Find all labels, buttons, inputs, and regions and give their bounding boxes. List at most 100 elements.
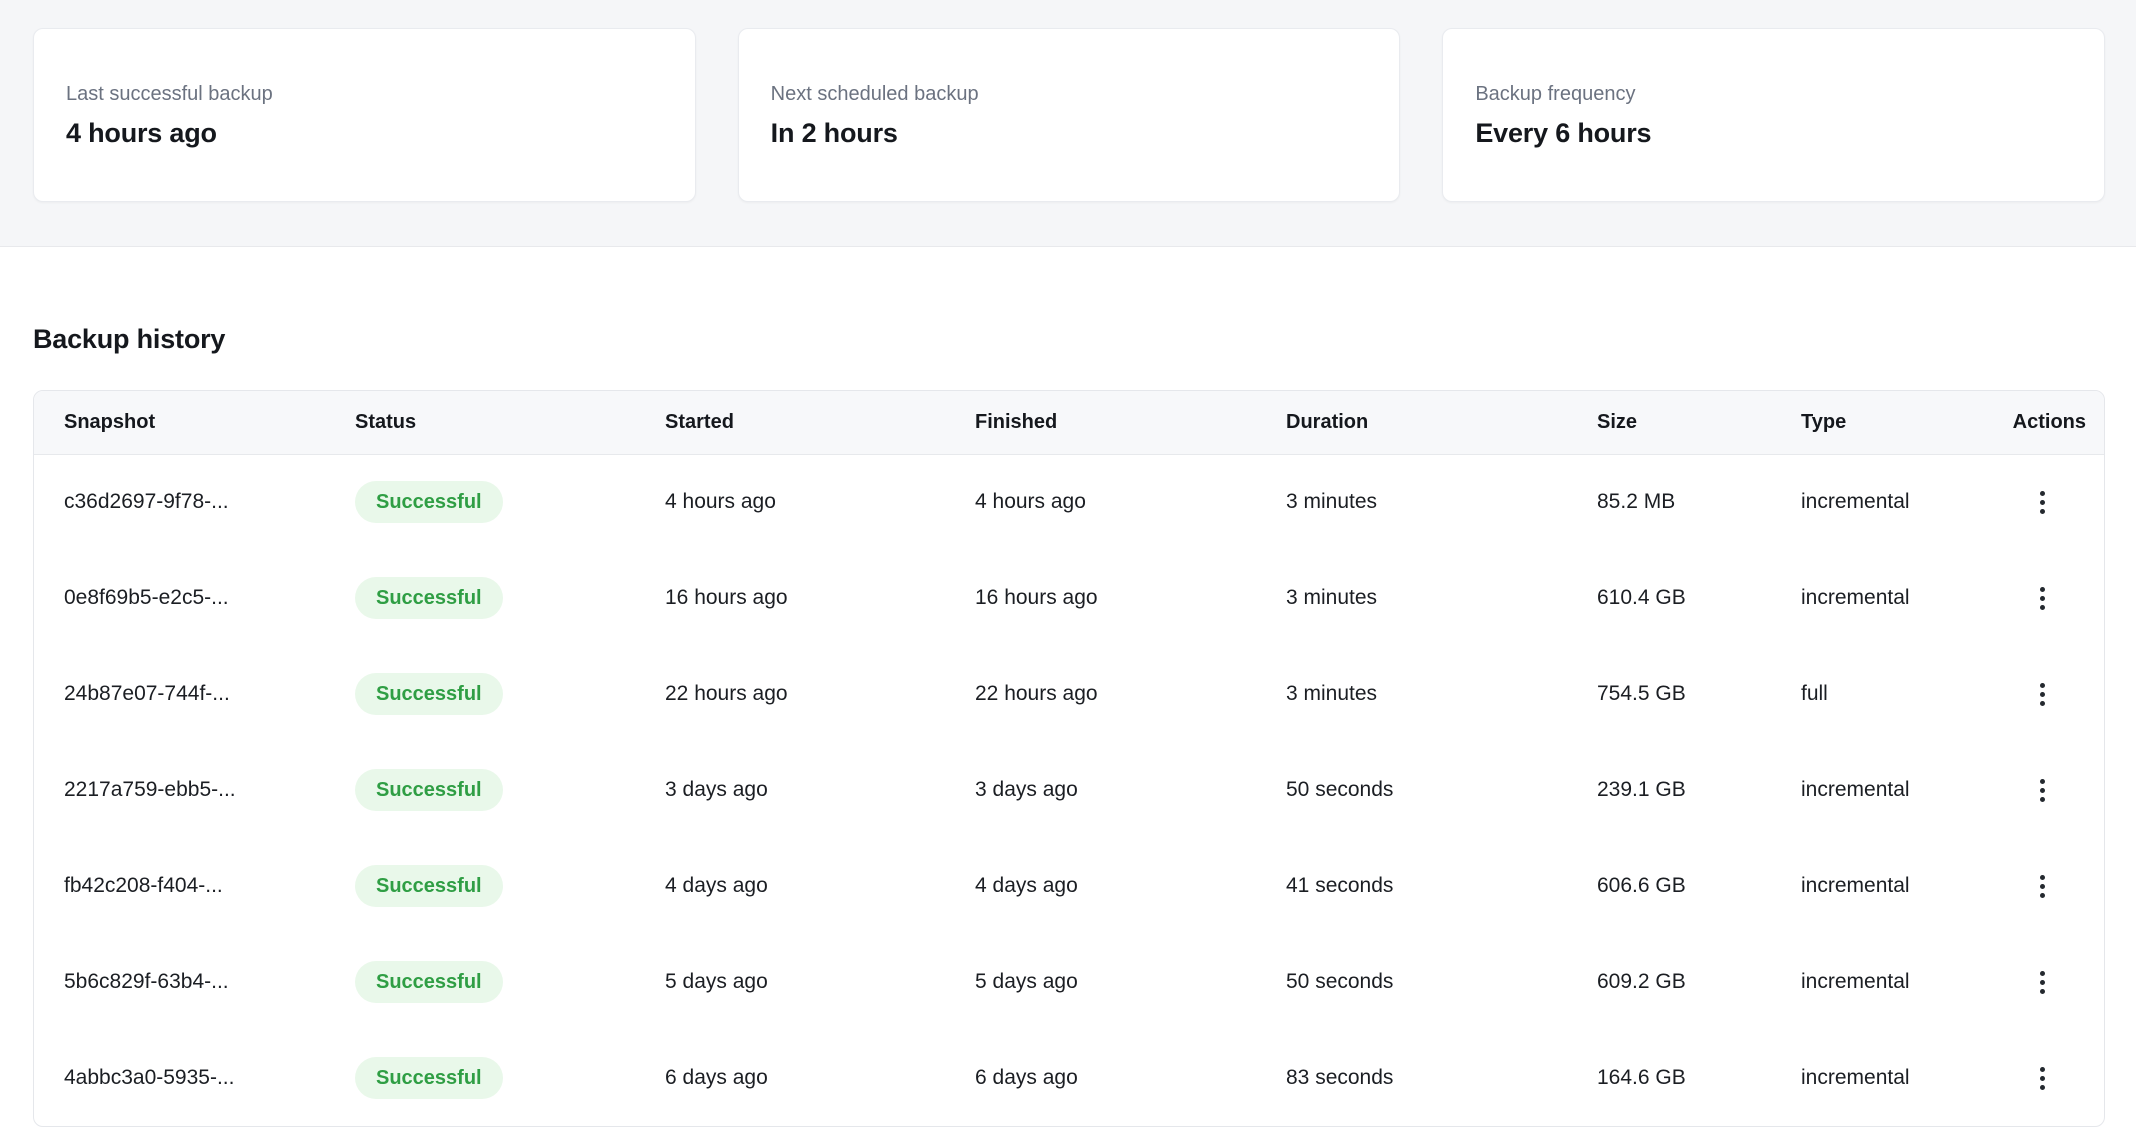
table-row: 4abbc3a0-5935-... Successful 6 days ago …	[34, 1030, 2104, 1126]
size-cell: 754.5 GB	[1597, 646, 1801, 742]
finished-cell: 4 hours ago	[975, 454, 1286, 550]
kebab-vertical-icon	[2040, 875, 2045, 880]
column-header-type: Type	[1801, 391, 2012, 454]
type-cell: incremental	[1801, 550, 2012, 646]
status-badge: Successful	[355, 961, 503, 1003]
status-cell: Successful	[355, 934, 665, 1030]
finished-cell: 4 days ago	[975, 838, 1286, 934]
actions-cell	[2012, 742, 2104, 838]
duration-cell: 41 seconds	[1286, 838, 1597, 934]
size-cell: 610.4 GB	[1597, 550, 1801, 646]
duration-cell: 50 seconds	[1286, 742, 1597, 838]
status-cell: Successful	[355, 454, 665, 550]
duration-cell: 3 minutes	[1286, 550, 1597, 646]
snapshot-id-cell: fb42c208-f404-...	[34, 838, 355, 934]
started-cell: 6 days ago	[665, 1030, 975, 1126]
summary-card-last-backup: Last successful backup 4 hours ago	[33, 28, 696, 202]
duration-cell: 3 minutes	[1286, 646, 1597, 742]
kebab-vertical-icon	[2040, 779, 2045, 784]
column-header-size: Size	[1597, 391, 1801, 454]
started-cell: 4 days ago	[665, 838, 975, 934]
row-actions-button[interactable]	[2022, 674, 2062, 714]
started-cell: 3 days ago	[665, 742, 975, 838]
status-badge: Successful	[355, 673, 503, 715]
snapshot-id-cell: 0e8f69b5-e2c5-...	[34, 550, 355, 646]
table-row: 24b87e07-744f-... Successful 22 hours ag…	[34, 646, 2104, 742]
finished-cell: 16 hours ago	[975, 550, 1286, 646]
row-actions-button[interactable]	[2022, 578, 2062, 618]
actions-cell	[2012, 838, 2104, 934]
column-header-duration: Duration	[1286, 391, 1597, 454]
backup-history-table-container: Snapshot Status Started Finished Duratio…	[33, 390, 2105, 1127]
finished-cell: 22 hours ago	[975, 646, 1286, 742]
table-row: 2217a759-ebb5-... Successful 3 days ago …	[34, 742, 2104, 838]
summary-cards-band: Last successful backup 4 hours ago Next …	[0, 0, 2136, 247]
status-cell: Successful	[355, 646, 665, 742]
status-badge: Successful	[355, 481, 503, 523]
kebab-vertical-icon	[2040, 1067, 2045, 1072]
column-header-status: Status	[355, 391, 665, 454]
card-label: Last successful backup	[66, 80, 663, 108]
finished-cell: 6 days ago	[975, 1030, 1286, 1126]
actions-cell	[2012, 454, 2104, 550]
table-row: c36d2697-9f78-... Successful 4 hours ago…	[34, 454, 2104, 550]
duration-cell: 3 minutes	[1286, 454, 1597, 550]
started-cell: 5 days ago	[665, 934, 975, 1030]
column-header-finished: Finished	[975, 391, 1286, 454]
status-cell: Successful	[355, 742, 665, 838]
summary-card-next-backup: Next scheduled backup In 2 hours	[738, 28, 1401, 202]
started-cell: 22 hours ago	[665, 646, 975, 742]
started-cell: 16 hours ago	[665, 550, 975, 646]
status-badge: Successful	[355, 577, 503, 619]
finished-cell: 5 days ago	[975, 934, 1286, 1030]
backup-history-body: c36d2697-9f78-... Successful 4 hours ago…	[34, 454, 2104, 1126]
size-cell: 239.1 GB	[1597, 742, 1801, 838]
table-row: 0e8f69b5-e2c5-... Successful 16 hours ag…	[34, 550, 2104, 646]
card-value: 4 hours ago	[66, 116, 663, 150]
card-value: Every 6 hours	[1475, 116, 2072, 150]
snapshot-id-cell: 5b6c829f-63b4-...	[34, 934, 355, 1030]
backup-history-section: Backup history Snapshot Status	[0, 321, 2136, 1127]
type-cell: incremental	[1801, 934, 2012, 1030]
card-label: Backup frequency	[1475, 80, 2072, 108]
actions-cell	[2012, 934, 2104, 1030]
size-cell: 164.6 GB	[1597, 1030, 1801, 1126]
column-header-snapshot: Snapshot	[34, 391, 355, 454]
table-row: fb42c208-f404-... Successful 4 days ago …	[34, 838, 2104, 934]
size-cell: 85.2 MB	[1597, 454, 1801, 550]
size-cell: 609.2 GB	[1597, 934, 1801, 1030]
backups-page: Last successful backup 4 hours ago Next …	[0, 0, 2136, 1127]
status-cell: Successful	[355, 838, 665, 934]
section-title: Backup history	[33, 321, 2105, 357]
row-actions-button[interactable]	[2022, 482, 2062, 522]
column-header-started: Started	[665, 391, 975, 454]
row-actions-button[interactable]	[2022, 770, 2062, 810]
status-badge: Successful	[355, 769, 503, 811]
actions-cell	[2012, 646, 2104, 742]
backup-history-table: Snapshot Status Started Finished Duratio…	[34, 391, 2104, 1126]
type-cell: full	[1801, 646, 2012, 742]
status-cell: Successful	[355, 550, 665, 646]
finished-cell: 3 days ago	[975, 742, 1286, 838]
duration-cell: 83 seconds	[1286, 1030, 1597, 1126]
kebab-vertical-icon	[2040, 491, 2045, 496]
card-label: Next scheduled backup	[771, 80, 1368, 108]
actions-cell	[2012, 550, 2104, 646]
type-cell: incremental	[1801, 1030, 2012, 1126]
started-cell: 4 hours ago	[665, 454, 975, 550]
type-cell: incremental	[1801, 454, 2012, 550]
duration-cell: 50 seconds	[1286, 934, 1597, 1030]
row-actions-button[interactable]	[2022, 962, 2062, 1002]
kebab-vertical-icon	[2040, 683, 2045, 688]
row-actions-button[interactable]	[2022, 1058, 2062, 1098]
status-badge: Successful	[355, 1057, 503, 1099]
kebab-vertical-icon	[2040, 971, 2045, 976]
snapshot-id-cell: 2217a759-ebb5-...	[34, 742, 355, 838]
row-actions-button[interactable]	[2022, 866, 2062, 906]
status-cell: Successful	[355, 1030, 665, 1126]
type-cell: incremental	[1801, 742, 2012, 838]
card-value: In 2 hours	[771, 116, 1368, 150]
size-cell: 606.6 GB	[1597, 838, 1801, 934]
status-badge: Successful	[355, 865, 503, 907]
snapshot-id-cell: c36d2697-9f78-...	[34, 454, 355, 550]
